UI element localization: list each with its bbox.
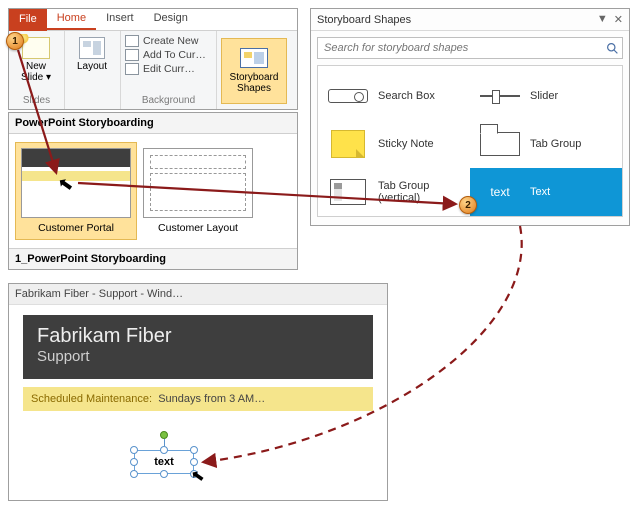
tab-insert[interactable]: Insert	[96, 9, 144, 30]
step-badge-1: 1	[6, 32, 24, 50]
tab-group-vertical-icon	[330, 179, 366, 205]
maintenance-value: Sundays from 3 AM…	[152, 393, 265, 405]
rotate-handle-icon[interactable]	[160, 431, 168, 439]
tab-file[interactable]: File	[9, 9, 47, 31]
bg-add-to-current-label: Add To Cur…	[143, 49, 206, 61]
slides-panel-title: PowerPoint Storyboarding	[9, 113, 297, 134]
bg-edit-current[interactable]: Edit Curr…	[125, 63, 212, 75]
hero-subtitle: Support	[37, 348, 359, 365]
hero-title: Fabrikam Fiber	[37, 325, 359, 348]
maintenance-banner: Scheduled Maintenance: Sundays from 3 AM…	[23, 387, 373, 411]
bg-add-to-current[interactable]: Add To Cur…	[125, 49, 212, 61]
shape-sticky-note-label: Sticky Note	[378, 138, 434, 150]
tab-design[interactable]: Design	[144, 9, 198, 30]
shape-tab-group-vertical-label: Tab Group (vertical)	[378, 180, 462, 204]
shapes-search-input[interactable]	[318, 42, 602, 54]
group-storyboard: Storyboard Shapes	[217, 31, 297, 109]
inserted-text-shape-label: text	[154, 456, 174, 468]
search-icon[interactable]	[602, 42, 622, 55]
slider-icon	[480, 95, 520, 97]
resize-handle-e[interactable]	[190, 458, 198, 466]
thumb-customer-portal-label: Customer Portal	[38, 222, 114, 234]
tab-group-icon	[480, 132, 520, 156]
layout-button[interactable]: Layout	[65, 31, 121, 109]
edit-current-icon	[125, 63, 139, 75]
bg-edit-current-label: Edit Curr…	[143, 63, 195, 75]
thumb-customer-layout-label: Customer Layout	[158, 222, 238, 234]
new-slide-label: New Slide ▾	[13, 61, 59, 83]
thumb-customer-portal-preview	[21, 148, 131, 218]
resize-handle-nw[interactable]	[130, 446, 138, 454]
shape-tab-group-label: Tab Group	[530, 138, 581, 150]
inserted-text-shape[interactable]: text	[134, 450, 194, 474]
add-to-current-icon	[125, 49, 139, 61]
shape-slider-label: Slider	[530, 90, 558, 102]
preview-window-title: Fabrikam Fiber - Support - Wind…	[9, 284, 387, 305]
ribbon: File Home Insert Design New Slide ▾ Slid…	[8, 8, 298, 110]
shape-search-box-label: Search Box	[378, 90, 435, 102]
shape-search-box[interactable]: Search Box	[318, 72, 470, 120]
shape-slider[interactable]: Slider	[470, 72, 622, 120]
bg-create-new-label: Create New	[143, 35, 198, 47]
group-slides-label: Slides	[13, 93, 60, 109]
storyboard-shapes-panel: Storyboard Shapes ▼ ✕ Search Box Slider …	[310, 8, 630, 226]
group-background-label: Background	[125, 93, 212, 109]
shapes-panel-title: Storyboard Shapes	[317, 14, 411, 26]
layout-label: Layout	[69, 61, 115, 72]
preview-hero: Fabrikam Fiber Support	[23, 315, 373, 379]
shape-text[interactable]: text Text	[470, 168, 622, 216]
create-new-icon	[125, 35, 139, 47]
resize-handle-w[interactable]	[130, 458, 138, 466]
resize-handle-sw[interactable]	[130, 470, 138, 478]
resize-handle-s[interactable]	[160, 470, 168, 478]
shape-tab-group[interactable]: Tab Group	[470, 120, 622, 168]
storyboard-shapes-button[interactable]: Storyboard Shapes	[221, 38, 287, 104]
panel-close-icon[interactable]: ✕	[614, 13, 623, 26]
thumb-customer-layout-preview	[143, 148, 253, 218]
storyboard-shapes-icon	[240, 48, 268, 68]
cursor-icon: ⬉	[189, 465, 206, 487]
thumb-customer-layout[interactable]: Customer Layout	[143, 142, 253, 234]
text-icon: text	[490, 185, 509, 199]
shape-tab-group-vertical[interactable]: Tab Group (vertical)	[318, 168, 470, 216]
layout-icon	[79, 37, 105, 59]
new-slide-icon	[22, 37, 50, 59]
slides-panel-footer: 1_PowerPoint Storyboarding	[9, 249, 297, 269]
sticky-note-icon	[331, 130, 365, 158]
panel-dropdown-icon[interactable]: ▼	[597, 13, 608, 26]
search-box-icon	[328, 89, 368, 103]
slide-preview: Fabrikam Fiber - Support - Wind… Fabrika…	[8, 283, 388, 501]
ribbon-tabs: File Home Insert Design	[9, 9, 297, 31]
shape-text-label: Text	[530, 186, 550, 198]
slides-panel: PowerPoint Storyboarding Customer Portal…	[8, 112, 298, 270]
storyboard-shapes-label: Storyboard Shapes	[230, 72, 279, 94]
thumb-customer-portal[interactable]: Customer Portal	[15, 142, 137, 240]
resize-handle-n[interactable]	[160, 446, 168, 454]
group-background: Create New Add To Cur… Edit Curr… Backgr…	[121, 31, 217, 109]
step-badge-2: 2	[459, 196, 477, 214]
resize-handle-ne[interactable]	[190, 446, 198, 454]
maintenance-label: Scheduled Maintenance:	[31, 393, 152, 405]
tab-home[interactable]: Home	[47, 9, 96, 30]
shape-sticky-note[interactable]: Sticky Note	[318, 120, 470, 168]
bg-create-new[interactable]: Create New	[125, 35, 212, 47]
shapes-search[interactable]	[317, 37, 623, 59]
shapes-list: Search Box Slider Sticky Note Tab Group …	[317, 65, 623, 217]
ribbon-body: New Slide ▾ Slides Layout Create New Add…	[9, 31, 297, 109]
